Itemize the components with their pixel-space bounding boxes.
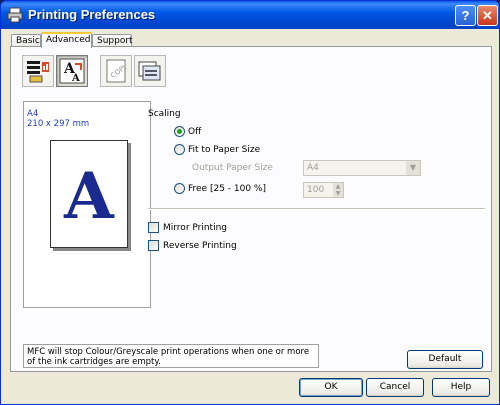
free-scaling-value: 100 bbox=[307, 185, 325, 195]
scaling-off-label[interactable]: Off bbox=[188, 127, 201, 137]
fit-to-paper-radio[interactable] bbox=[174, 144, 185, 155]
paper-name: A4 bbox=[27, 109, 39, 119]
help-title-button[interactable]: ? bbox=[455, 5, 476, 26]
mirror-printing-checkbox[interactable] bbox=[148, 222, 159, 233]
close-button[interactable]: ✕ bbox=[477, 5, 498, 26]
divider bbox=[148, 208, 485, 210]
free-scaling-label[interactable]: Free [25 - 100 %] bbox=[188, 184, 266, 194]
free-scaling-spinner: 100 ▲ ▼ bbox=[303, 182, 344, 198]
copy-watermark-icon: COPY bbox=[106, 59, 130, 83]
chevron-down-icon: ▼ bbox=[406, 161, 420, 175]
printer-icon bbox=[7, 7, 23, 23]
copy-watermark-button[interactable]: COPY bbox=[100, 55, 132, 87]
cancel-button[interactable]: Cancel bbox=[366, 378, 424, 397]
print-options-button[interactable] bbox=[134, 55, 166, 87]
paper-dimensions: 210 x 297 mm bbox=[27, 119, 90, 129]
output-paper-size-label: Output Paper Size bbox=[192, 163, 273, 173]
output-paper-size-value: A4 bbox=[307, 163, 319, 173]
document-settings-button[interactable] bbox=[22, 55, 54, 87]
preview-letter: A bbox=[64, 159, 114, 234]
tab-advanced[interactable]: Advanced bbox=[41, 32, 92, 48]
advanced-panel: A A COPY A4 210 x 297 mm A Scaling Off F… bbox=[10, 46, 492, 372]
default-button[interactable]: Default bbox=[407, 350, 483, 369]
ink-warning-message: MFC will stop Colour/Greyscale print ope… bbox=[23, 344, 319, 368]
ok-button[interactable]: OK bbox=[299, 378, 363, 397]
print-options-icon bbox=[138, 61, 161, 81]
title-bar[interactable]: Printing Preferences ? ✕ bbox=[1, 1, 499, 29]
spinner-arrows-icon: ▲ ▼ bbox=[333, 183, 343, 197]
output-paper-size-select: A4 ▼ bbox=[303, 160, 421, 176]
fit-to-paper-label[interactable]: Fit to Paper Size bbox=[188, 145, 260, 155]
reverse-printing-label[interactable]: Reverse Printing bbox=[163, 241, 237, 251]
help-button[interactable]: Help bbox=[432, 378, 490, 397]
window-title: Printing Preferences bbox=[28, 7, 156, 22]
scaling-button[interactable]: A A bbox=[56, 55, 88, 87]
document-settings-icon bbox=[27, 61, 49, 83]
scaling-icon: A A bbox=[59, 58, 85, 84]
free-scaling-radio[interactable] bbox=[174, 183, 185, 194]
scaling-off-radio[interactable] bbox=[174, 126, 185, 137]
printing-preferences-window: Printing Preferences ? ✕ Basic Advanced … bbox=[0, 0, 500, 405]
preview-page: A bbox=[50, 140, 128, 248]
paper-preview: A4 210 x 297 mm A bbox=[23, 101, 151, 308]
scaling-label: Scaling bbox=[148, 109, 181, 119]
paper-size-readout: A4 210 x 297 mm bbox=[27, 109, 89, 129]
svg-text:A: A bbox=[71, 73, 80, 84]
mirror-printing-label[interactable]: Mirror Printing bbox=[163, 223, 227, 233]
reverse-printing-checkbox[interactable] bbox=[148, 240, 159, 251]
